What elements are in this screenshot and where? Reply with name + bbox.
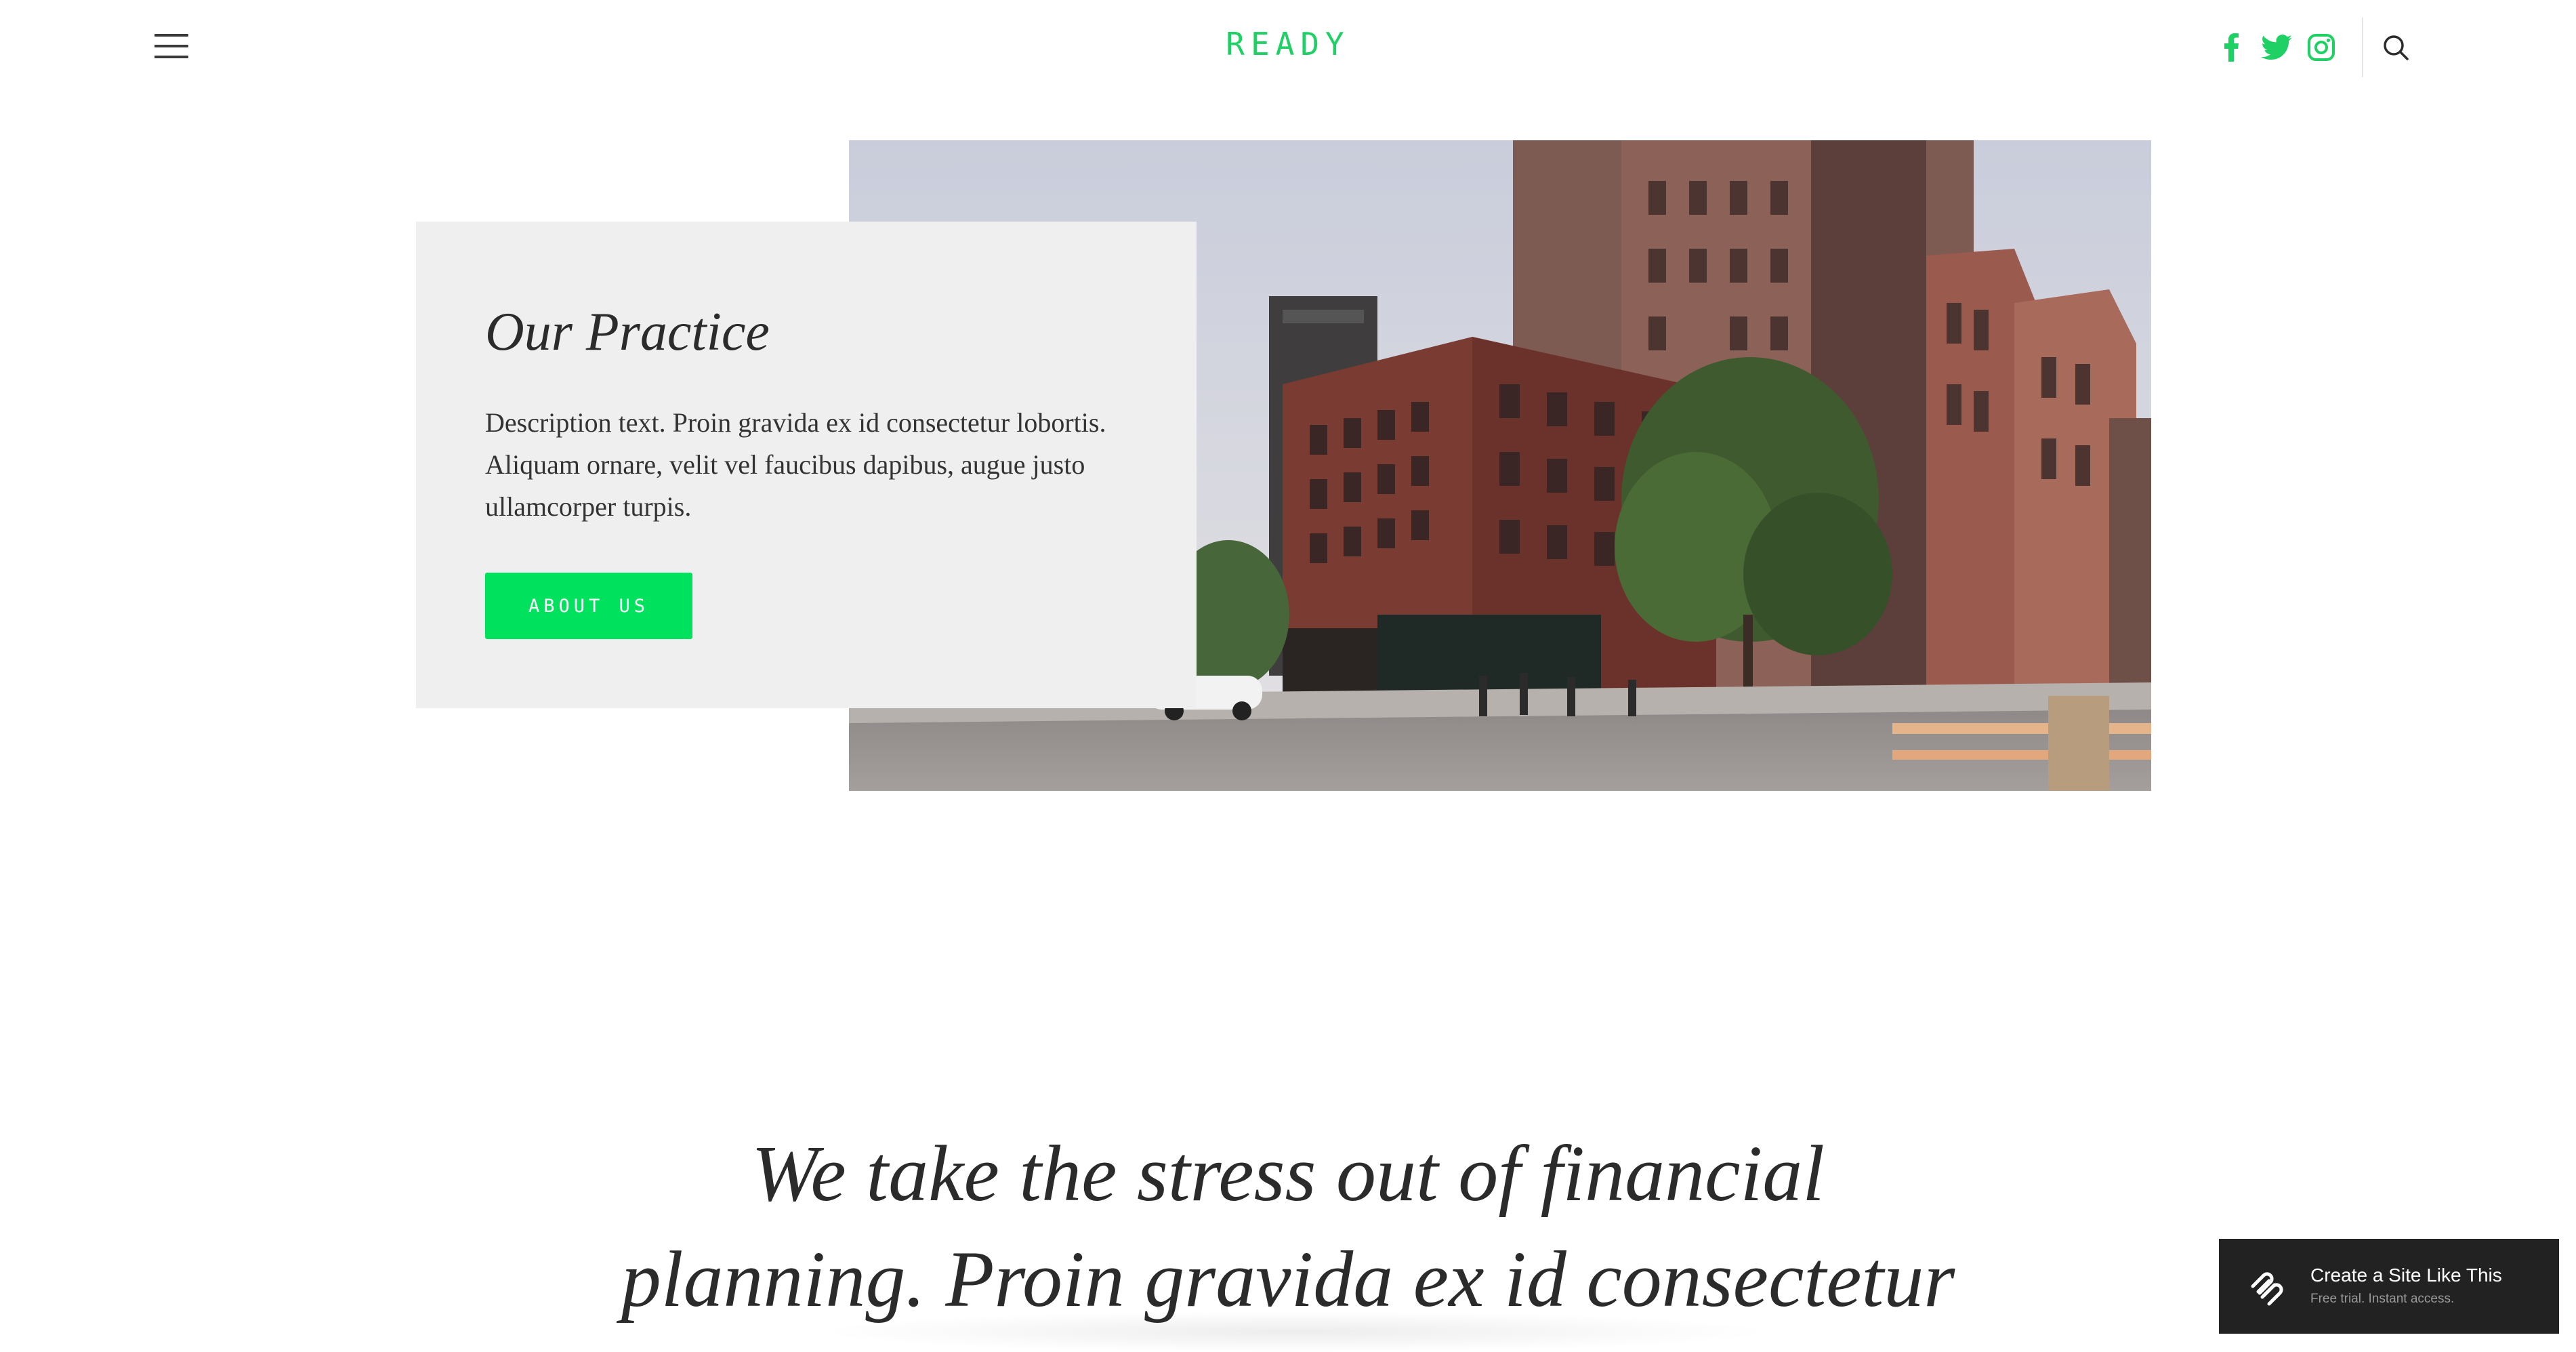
badge-subtitle: Free trial. Instant access. xyxy=(2310,1292,2455,1306)
about-us-button[interactable]: ABOUT US xyxy=(485,573,692,639)
create-site-badge[interactable]: Create a Site Like This Free trial. Inst… xyxy=(2219,1239,2559,1334)
site-header: READY xyxy=(0,0,2576,95)
scroll-shadow xyxy=(813,1311,1775,1352)
squarespace-logo-icon xyxy=(2246,1266,2287,1307)
twitter-icon[interactable] xyxy=(2259,30,2294,65)
instagram-icon[interactable] xyxy=(2304,30,2339,65)
practice-title: Our Practice xyxy=(485,302,770,362)
practice-description: Description text. Proin gravida ex id co… xyxy=(485,407,1106,522)
quote-line-1: We take the stress out of financial xyxy=(751,1129,1825,1218)
facebook-icon[interactable] xyxy=(2214,30,2249,65)
practice-card: Our Practice Description text. Proin gra… xyxy=(416,222,1197,708)
site-logo[interactable]: READY xyxy=(0,26,2576,62)
social-links xyxy=(2214,28,2348,66)
search-icon[interactable] xyxy=(2378,30,2413,65)
header-divider xyxy=(2362,18,2363,77)
badge-title: Create a Site Like This xyxy=(2310,1265,2502,1286)
quote-text: We take the stress out of financial plan… xyxy=(0,1121,2576,1332)
